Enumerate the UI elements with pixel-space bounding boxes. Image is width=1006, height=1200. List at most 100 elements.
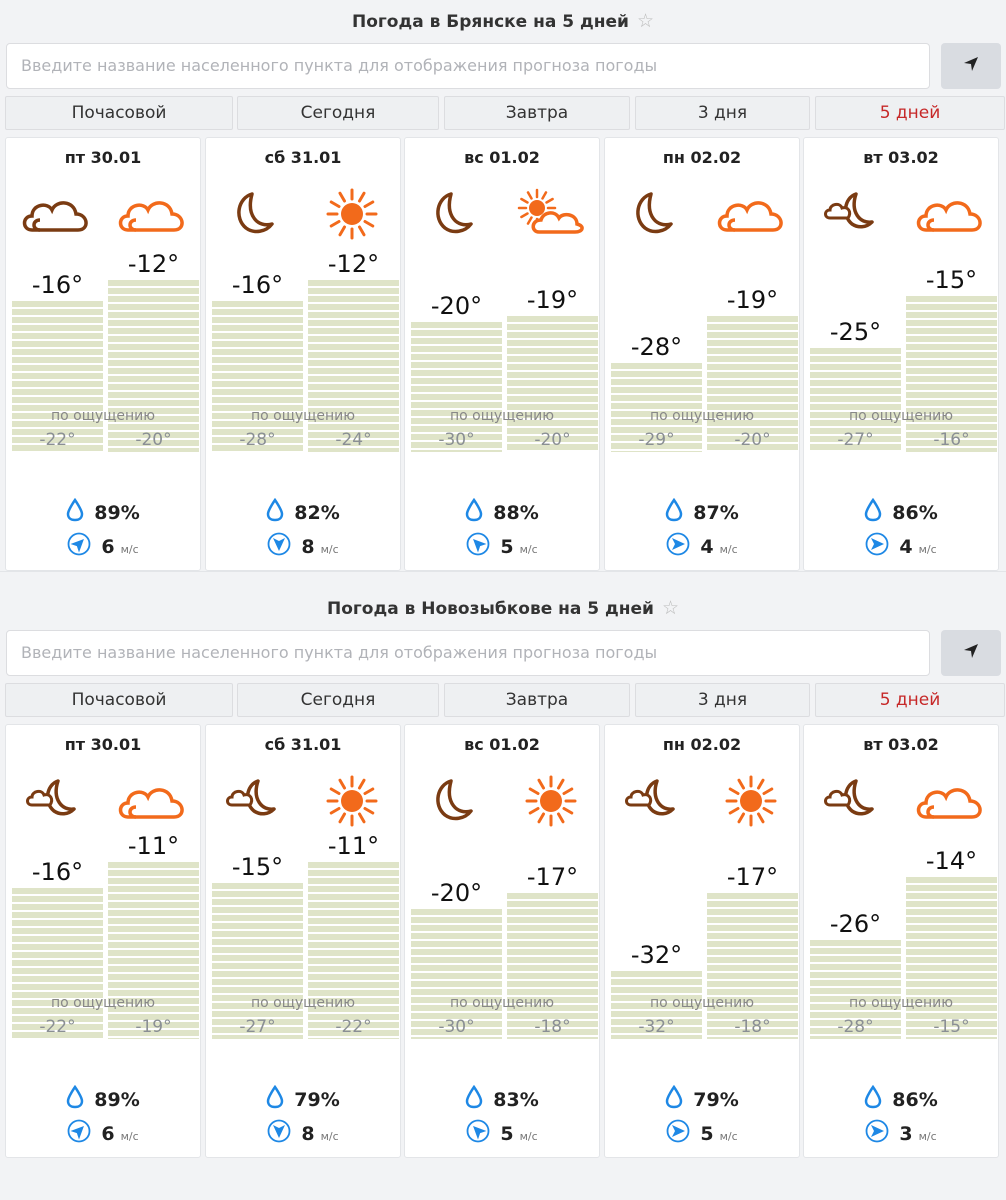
tab-3[interactable]: 3 дня (635, 96, 810, 130)
feels-like-day: -18° (534, 1017, 571, 1037)
day-temp-bar (308, 861, 399, 1039)
feels-like-day: -20° (734, 430, 771, 450)
humidity: 86% (804, 1084, 998, 1114)
tab-1[interactable]: Сегодня (237, 96, 439, 130)
feels-like-day: -20° (534, 430, 571, 450)
feels-like-label: по ощущению (848, 408, 954, 424)
feels-like-day: -22° (335, 1017, 372, 1037)
day-date: вт 03.02 (863, 148, 939, 167)
wind-direction-icon (666, 532, 690, 561)
day-card[interactable]: вт 03.02 -26° -14° по ощущению -28° -15° 86% 3 м… (803, 724, 999, 1158)
weather-widget: Погода в Брянске на 5 дней ☆ Введите назва… (0, 0, 1006, 585)
day-date: пт 30.01 (64, 735, 142, 754)
sun-icon (713, 773, 789, 829)
day-cards: пт 30.01 -16° -11° по ощущению -22° -19° 89% 6 м… (5, 724, 1005, 1158)
wind-speed: 6 (101, 1122, 115, 1145)
humidity-value: 82% (294, 501, 340, 524)
feels-like-night: -32° (638, 1017, 675, 1037)
feels-like-label: по ощущению (50, 408, 156, 424)
day-temp-bar (308, 280, 399, 452)
wind: 5 м/с (605, 1119, 799, 1148)
day-temp: -19° (726, 286, 779, 315)
feels-like-day: -24° (335, 430, 372, 450)
wind: 8 м/с (206, 532, 400, 561)
day-card[interactable]: вс 01.02 -20° -17° по ощущению -30° -18° 83% 5 м… (404, 724, 600, 1158)
tab-4[interactable]: 5 дней (815, 683, 1005, 717)
tab-2[interactable]: Завтра (444, 96, 630, 130)
sun-icon (314, 186, 390, 242)
day-date: пн 02.02 (662, 148, 742, 167)
day-temp-bar (906, 295, 997, 452)
feels-like-label: по ощущению (848, 995, 954, 1011)
feels-like-day: -15° (933, 1017, 970, 1037)
sun-icon (513, 773, 589, 829)
day-card[interactable]: пт 30.01 -16° -12° по ощущению -22° -20° 89% 6 м… (5, 137, 201, 571)
day-temp: -15° (925, 265, 978, 294)
wind-unit: м/с (120, 543, 139, 556)
wind-speed: 8 (301, 535, 315, 558)
city-search-input[interactable]: Введите название населенного пункта для … (6, 630, 930, 676)
humidity: 79% (206, 1084, 400, 1114)
day-card[interactable]: вс 01.02 -20° -19° по ощущению -30° -20° 88% 5 м… (404, 137, 600, 571)
tab-1[interactable]: Сегодня (237, 683, 439, 717)
humidity: 79% (605, 1084, 799, 1114)
sun-icon (314, 773, 390, 829)
humidity: 83% (405, 1084, 599, 1114)
day-card[interactable]: сб 31.01 -15° -11° по ощущению -27° -22° 79% 8 м… (205, 724, 401, 1158)
tab-2[interactable]: Завтра (444, 683, 630, 717)
humidity-value: 83% (493, 1088, 539, 1111)
title-text: Погода в Новозыбкове на 5 дней (327, 599, 654, 619)
search-placeholder: Введите название населенного пункта для … (21, 643, 658, 662)
day-card[interactable]: пн 02.02 -32° -17° по ощущению -32° -18° 79% 5 м… (604, 724, 800, 1158)
tab-0[interactable]: Почасовой (5, 96, 233, 130)
tab-4[interactable]: 5 дней (815, 96, 1005, 130)
favorite-star-icon[interactable]: ☆ (662, 597, 679, 619)
wind-speed: 3 (899, 1122, 913, 1145)
day-date: сб 31.01 (264, 148, 342, 167)
city-search-input[interactable]: Введите название населенного пункта для … (6, 43, 930, 89)
day-card[interactable]: пт 30.01 -16° -11° по ощущению -22° -19° 89% 6 м… (5, 724, 201, 1158)
day-temp-bar (906, 877, 997, 1039)
day-temp: -14° (925, 847, 978, 876)
wind-unit: м/с (120, 1130, 139, 1143)
weather-widget: Погода в Новозыбкове на 5 дней ☆ Введите н… (0, 587, 1006, 1172)
day-card[interactable]: пн 02.02 -28° -19° по ощущению -29° -20° 87% 4 м… (604, 137, 800, 571)
moon-cloud-icon (617, 773, 693, 829)
wind-speed: 8 (301, 1122, 315, 1145)
moon-cloud-icon (218, 773, 294, 829)
humidity-value: 89% (94, 1088, 140, 1111)
humidity: 82% (206, 497, 400, 527)
wind-direction-icon (666, 1119, 690, 1148)
wind-direction-icon (865, 532, 889, 561)
wind-speed: 5 (500, 535, 514, 558)
moon-cloud-icon (18, 773, 94, 829)
day-temp-bar (108, 280, 199, 452)
feels-like-night: -28° (837, 1017, 874, 1037)
tab-3[interactable]: 3 дня (635, 683, 810, 717)
wind-unit: м/с (519, 543, 538, 556)
wind-unit: м/с (320, 543, 339, 556)
humidity: 88% (405, 497, 599, 527)
night-temp: -16° (31, 270, 84, 299)
geolocation-button[interactable] (941, 630, 1001, 676)
feels-like-day: -18° (734, 1017, 771, 1037)
feels-like-night: -28° (239, 430, 276, 450)
day-date: вс 01.02 (464, 148, 540, 167)
day-date: пн 02.02 (662, 735, 742, 754)
day-temp: -12° (327, 250, 380, 278)
humidity: 89% (6, 497, 200, 527)
favorite-star-icon[interactable]: ☆ (637, 10, 654, 32)
wind-direction-icon (466, 532, 490, 561)
tab-0[interactable]: Почасовой (5, 683, 233, 717)
feels-like-label: по ощущению (250, 408, 356, 424)
humidity-drop-icon (266, 1084, 284, 1114)
humidity-drop-icon (465, 497, 483, 527)
day-card[interactable]: сб 31.01 -16° -12° по ощущению -28° -24° 82% 8 м… (205, 137, 401, 571)
humidity-value: 79% (693, 1088, 739, 1111)
moon-icon (218, 186, 294, 242)
geolocation-button[interactable] (941, 43, 1001, 89)
moon-icon (417, 186, 493, 242)
day-card[interactable]: вт 03.02 -25° -15° по ощущению -27° -16° 86% 4 м… (803, 137, 999, 571)
feels-like-label: по ощущению (649, 408, 755, 424)
feels-like-night: -27° (239, 1017, 276, 1037)
